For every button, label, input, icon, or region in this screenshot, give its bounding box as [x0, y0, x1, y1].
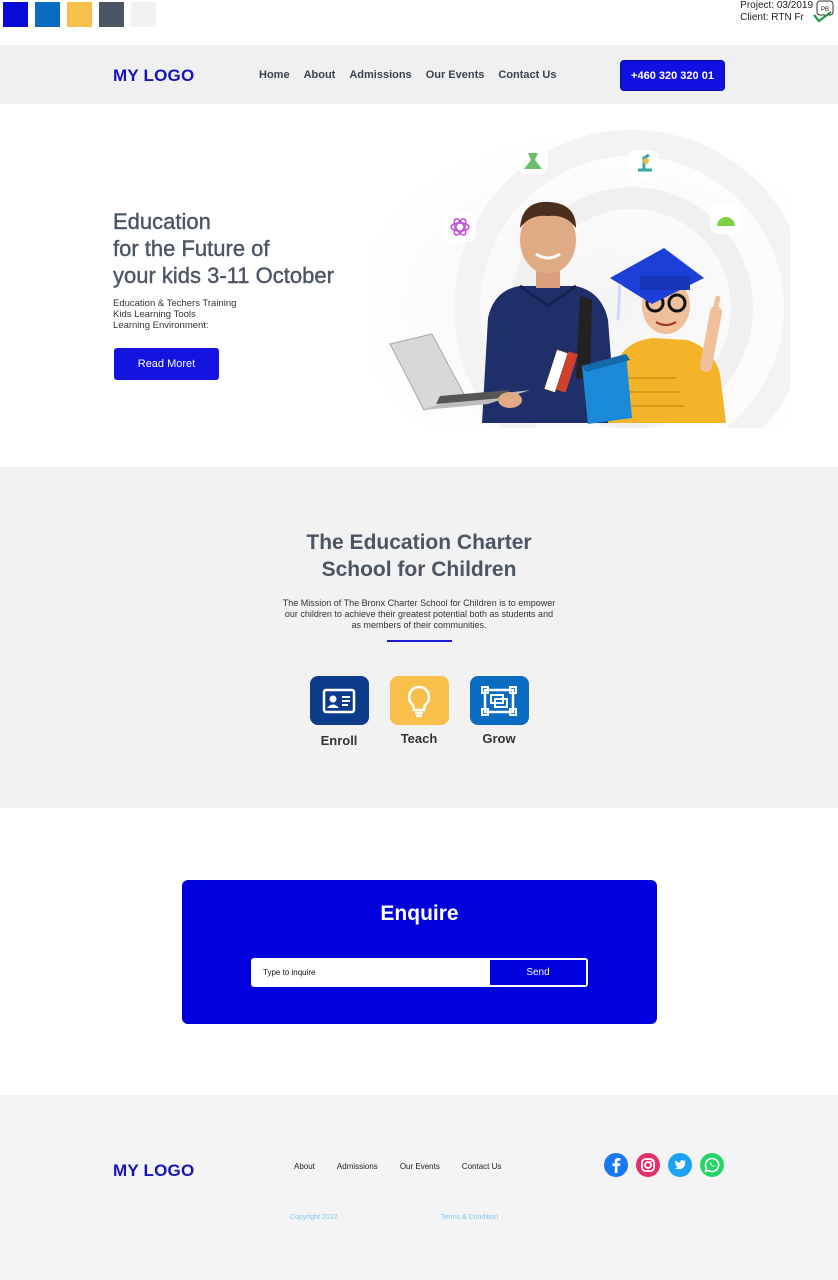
feature-label: Teach [400, 731, 438, 746]
footer-link-contact-us[interactable]: Contact Us [462, 1162, 502, 1171]
color-palette [3, 2, 156, 27]
main-nav: Home About Admissions Our Events Contact… [259, 69, 556, 81]
footer-logo[interactable]: MY LOGO [113, 1161, 194, 1181]
mission-title-line: The Education Charter [306, 531, 532, 554]
send-button[interactable]: Send [490, 960, 586, 985]
hero-list-item: Education & Techers Training [113, 298, 237, 309]
whatsapp-icon[interactable] [700, 1153, 724, 1177]
copyright-text: Copyright 2022 [290, 1214, 338, 1221]
project-line: Project: 03/2019 [740, 0, 813, 11]
badge-text: PB [821, 7, 829, 13]
footer-link-our-events[interactable]: Our Events [400, 1162, 440, 1171]
phone-button[interactable]: +460 320 320 01 [620, 60, 725, 91]
feature-grow[interactable]: Grow [469, 676, 529, 746]
hero-students-illustration [370, 128, 790, 428]
flask-icon [518, 146, 548, 174]
terms-link[interactable]: Terms & Condition [441, 1214, 498, 1221]
swatch-light [131, 2, 156, 27]
microscope-icon [628, 150, 658, 178]
lightbulb-icon [389, 676, 449, 725]
footer-link-admissions[interactable]: Admissions [337, 1162, 378, 1171]
mission-text-line: The Mission of The Bronx Charter School … [282, 598, 556, 608]
facebook-icon[interactable] [604, 1153, 628, 1177]
mission-title-line: School for Children [321, 558, 517, 581]
social-links [604, 1153, 724, 1177]
enquire-form: Send [251, 958, 588, 987]
swatch-yellow [67, 2, 92, 27]
twitter-icon[interactable] [668, 1153, 692, 1177]
feature-teach[interactable]: Teach [389, 676, 449, 746]
hero-list-item: Kids Learning Tools [113, 309, 196, 320]
swatch-blue [3, 2, 28, 27]
nav-our-events[interactable]: Our Events [426, 69, 485, 81]
instagram-icon[interactable] [636, 1153, 660, 1177]
mission-section: The Education Charter School for Childre… [0, 467, 838, 808]
hero-title-line: Education [113, 209, 211, 234]
mission-text-line: as members of their communities. [351, 620, 487, 630]
swatch-slate [99, 2, 124, 27]
hero-feature-list: Education & Techers Training Kids Learni… [113, 298, 236, 331]
mission-description: The Mission of The Bronx Charter School … [0, 598, 838, 631]
id-card-icon [309, 676, 369, 725]
mission-text-line: our children to achieve their greatest p… [284, 609, 554, 619]
hero-title-line: for the Future of [113, 236, 270, 261]
feature-label: Grow [482, 731, 516, 746]
swatch-ocean [35, 2, 60, 27]
feature-label: Enroll [320, 733, 358, 748]
nav-home[interactable]: Home [259, 69, 290, 81]
screen-frame-icon [469, 676, 529, 725]
atom-icon [444, 212, 476, 242]
read-more-button[interactable]: Read Moret [114, 348, 219, 380]
hero-list-item: Learning Environment: [113, 320, 209, 331]
mission-title: The Education Charter School for Childre… [0, 529, 838, 583]
section-divider [387, 640, 452, 642]
nav-about[interactable]: About [304, 69, 336, 81]
protractor-icon [710, 204, 742, 234]
enquire-title: Enquire [380, 902, 459, 925]
enquire-panel: Enquire Send [182, 880, 657, 1024]
site-footer: MY LOGO About Admissions Our Events Cont… [0, 1095, 838, 1280]
nav-contact-us[interactable]: Contact Us [498, 69, 556, 81]
nav-admissions[interactable]: Admissions [349, 69, 411, 81]
site-header: MY LOGO Home About Admissions Our Events… [0, 45, 838, 104]
enquire-input[interactable] [253, 960, 490, 985]
hero-title-line: your kids 3-11 October [113, 263, 334, 288]
hero-title: Education for the Future of your kids 3-… [113, 208, 334, 289]
check-badge-icon: PB [813, 0, 834, 23]
feature-enroll[interactable]: Enroll [309, 676, 369, 748]
project-info: Project: 03/2019 Client: RTN Fr [740, 0, 813, 24]
footer-nav: About Admissions Our Events Contact Us [294, 1162, 501, 1171]
footer-link-about[interactable]: About [294, 1162, 315, 1171]
client-line: Client: RTN Fr [740, 12, 804, 23]
header-logo[interactable]: MY LOGO [113, 66, 194, 86]
